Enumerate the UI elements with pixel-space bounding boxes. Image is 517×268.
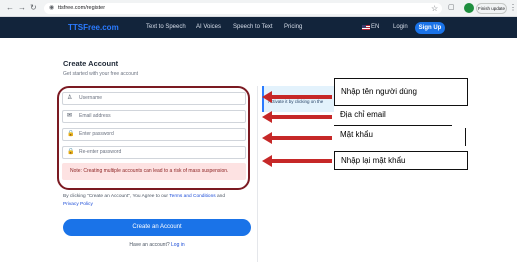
terms-and: and	[217, 194, 226, 199]
browser-menu-icon[interactable]: ⋮	[509, 2, 517, 14]
nav-speech-to-text[interactable]: Speech to Text	[233, 23, 273, 32]
login-link[interactable]: Login	[393, 23, 408, 32]
back-arrow-icon[interactable]: ←	[6, 2, 14, 14]
browser-toolbar: ← → ↻ ◉ ttsfree.com/register ☆ ▢ Finish …	[0, 0, 517, 17]
form-subtitle: Get started with your free account	[63, 71, 139, 77]
callout-username: Nhập tên người dùng	[334, 78, 468, 106]
extensions-icon[interactable]: ▢	[448, 2, 455, 14]
site-logo[interactable]: TTSFree.com	[68, 22, 119, 33]
have-account-label: Have an account?	[129, 242, 170, 248]
annotation-arrow-confirm-password	[262, 155, 332, 167]
url-text: ttsfree.com/register	[58, 5, 106, 11]
fields-highlight-outline	[57, 86, 250, 190]
form-title: Create Account	[63, 59, 119, 68]
annotation-arrow-email	[262, 111, 332, 123]
callout-email: Địa chỉ email	[334, 108, 452, 126]
terms-text: By clicking "Create an Account", You Agr…	[63, 193, 255, 209]
address-bar[interactable]: ◉ ttsfree.com/register ☆	[44, 3, 442, 14]
nav-ai-voices[interactable]: AI Voices	[196, 23, 221, 32]
column-divider	[257, 86, 258, 262]
finish-update-button[interactable]: Finish update	[476, 3, 507, 14]
login-link-bottom[interactable]: Log in	[171, 242, 185, 248]
annotation-arrow-password	[262, 132, 332, 144]
site-header: TTSFree.com Text to Speech AI Voices Spe…	[0, 17, 517, 38]
callout-confirm-password: Nhập lại mật khẩu	[334, 151, 468, 170]
reload-icon[interactable]: ↻	[30, 2, 37, 14]
terms-link[interactable]: Terms and Conditions	[169, 194, 215, 199]
nav-text-to-speech[interactable]: Text to Speech	[146, 23, 186, 32]
nav-pricing[interactable]: Pricing	[284, 23, 302, 32]
bookmark-star-icon[interactable]: ☆	[431, 3, 438, 14]
have-account-text: Have an account? Log in	[63, 241, 251, 249]
language-selector[interactable]: EN	[371, 23, 379, 32]
terms-prefix: By clicking "Create an Account", You Agr…	[63, 194, 169, 199]
site-info-icon[interactable]: ◉	[49, 4, 54, 13]
signup-button[interactable]: Sign Up	[415, 22, 445, 34]
profile-avatar[interactable]	[464, 3, 474, 13]
callout-password: Mật khẩu	[334, 128, 466, 146]
create-account-button[interactable]: Create an Account	[63, 219, 251, 236]
annotation-arrow-username	[262, 91, 332, 103]
forward-arrow-icon[interactable]: →	[18, 2, 26, 14]
us-flag-icon[interactable]	[362, 25, 370, 30]
privacy-link[interactable]: Privacy Policy	[63, 202, 93, 207]
